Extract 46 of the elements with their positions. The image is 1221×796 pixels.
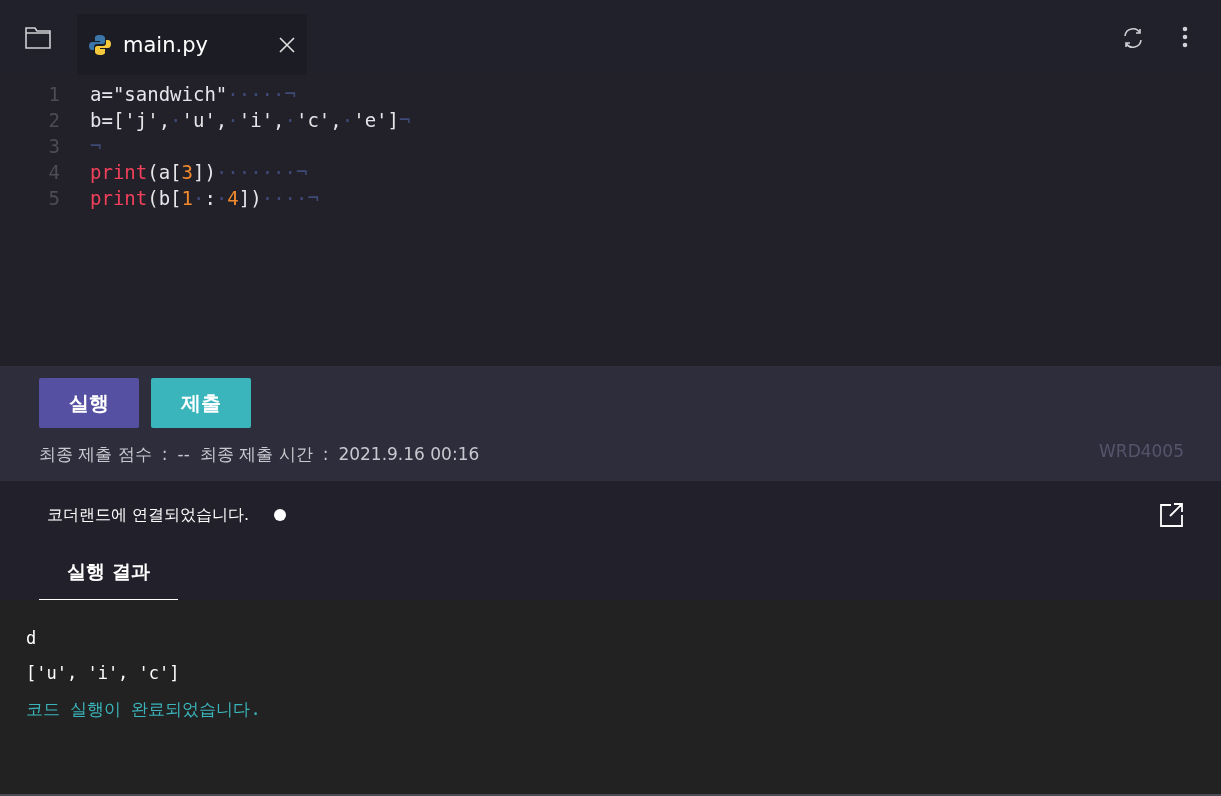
file-tab[interactable]: main.py — [77, 14, 307, 75]
number-literal: 1 — [181, 186, 193, 211]
whitespace-marker: · — [227, 108, 239, 133]
info-label: 최종 제출 점수 — [39, 443, 152, 466]
whitespace-marker: ·······¬ — [215, 160, 308, 185]
whitespace-marker: · — [215, 186, 228, 211]
more-icon[interactable] — [1182, 26, 1188, 48]
separator-text: : — [161, 444, 168, 464]
completion-message: 코드 실행이 완료되었습니다. — [26, 699, 261, 719]
whitespace-marker: · — [193, 186, 205, 211]
separator-text: : — [322, 444, 329, 464]
code-text: 'u', — [181, 108, 228, 133]
number-literal: 3 — [181, 160, 193, 185]
number-literal: 4 — [227, 186, 239, 211]
keyword-text: print — [90, 160, 148, 185]
python-logo-icon — [89, 33, 111, 56]
folder-icon[interactable] — [25, 25, 51, 49]
keyword-text: print — [90, 186, 148, 211]
external-link-icon[interactable] — [1158, 502, 1184, 528]
whitespace-marker: · — [284, 108, 296, 133]
output-text: d — [26, 628, 37, 648]
code-text: (b[ — [147, 186, 182, 211]
info-value: 2021.9.16 00:16 — [338, 444, 480, 464]
code-text: ]) — [238, 186, 262, 211]
code-text: b=['j', — [90, 108, 171, 133]
whitespace-marker: · — [170, 108, 182, 133]
whitespace-marker: ····¬ — [261, 186, 319, 211]
code-text: 'e'] — [353, 108, 399, 133]
close-icon[interactable] — [279, 36, 295, 53]
connection-status-text: 코더랜드에 연결되었습니다. — [47, 504, 250, 526]
code-text: 'c', — [295, 108, 342, 133]
code-text: a="sandwich" — [90, 82, 228, 107]
whitespace-marker: · — [341, 108, 354, 133]
whitespace-marker: ¬ — [90, 134, 102, 159]
whitespace-marker: ¬ — [398, 108, 411, 133]
code-text: ]) — [193, 160, 216, 185]
output-text: ['u', 'i', 'c'] — [26, 663, 180, 683]
code-text: 'i', — [238, 108, 285, 133]
code-text: : — [204, 186, 216, 211]
info-label: 최종 제출 시간 — [199, 443, 313, 466]
run-button[interactable]: 실행 — [39, 378, 139, 428]
refresh-icon[interactable] — [1121, 26, 1145, 50]
code-text: (a[ — [147, 160, 182, 185]
info-value: -- — [177, 444, 190, 464]
whitespace-marker: ·····¬ — [227, 82, 296, 107]
status-dot — [274, 509, 287, 521]
